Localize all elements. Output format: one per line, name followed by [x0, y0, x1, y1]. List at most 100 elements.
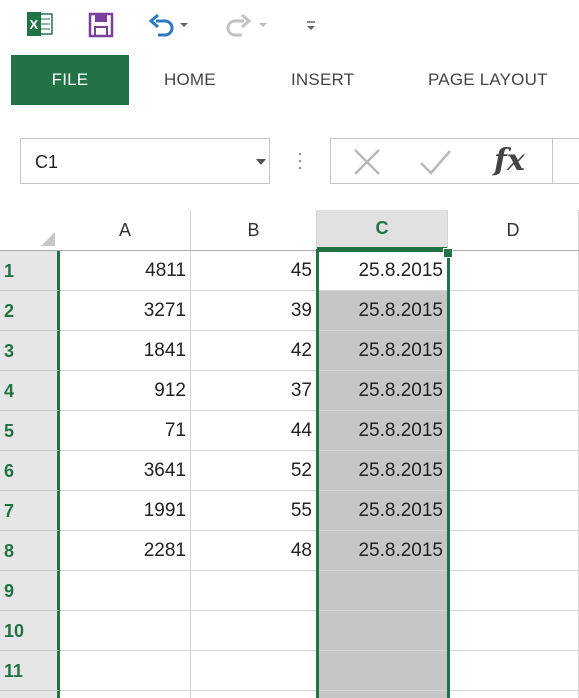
cell-b11[interactable]: [191, 651, 317, 691]
row-header[interactable]: 5: [0, 411, 60, 451]
undo-icon[interactable]: [148, 12, 176, 38]
row-header[interactable]: 10: [0, 611, 60, 651]
tab-insert[interactable]: INSERT: [291, 55, 354, 105]
cell-b5[interactable]: 44: [191, 411, 317, 451]
cell-d2[interactable]: [448, 291, 579, 331]
cell-a3[interactable]: 1841: [60, 331, 191, 371]
cell-c4[interactable]: 25.8.2015: [317, 371, 448, 411]
cell-c6[interactable]: 25.8.2015: [317, 451, 448, 491]
cell-c8[interactable]: 25.8.2015: [317, 531, 448, 571]
tab-home[interactable]: HOME: [164, 55, 216, 105]
table-row: 7 1991 55 25.8.2015: [0, 491, 579, 531]
cell-b9[interactable]: [191, 571, 317, 611]
cell-d3[interactable]: [448, 331, 579, 371]
cell-a9[interactable]: [60, 571, 191, 611]
tab-page-layout[interactable]: PAGE LAYOUT: [428, 55, 548, 105]
row-header[interactable]: 7: [0, 491, 60, 531]
cell-b2[interactable]: 39: [191, 291, 317, 331]
row-header[interactable]: 6: [0, 451, 60, 491]
row-header[interactable]: 12: [0, 691, 60, 698]
cell-c11[interactable]: [317, 651, 448, 691]
name-box[interactable]: C1: [20, 138, 270, 184]
cell-c9[interactable]: [317, 571, 448, 611]
insert-function-button[interactable]: fx: [494, 140, 525, 182]
table-row: 4 912 37 25.8.2015: [0, 371, 579, 411]
cell-b8[interactable]: 48: [191, 531, 317, 571]
tab-file[interactable]: FILE: [11, 55, 129, 105]
cell-b10[interactable]: [191, 611, 317, 651]
row-header[interactable]: 1: [0, 251, 60, 291]
enter-check-icon[interactable]: [418, 148, 452, 176]
svg-text:X: X: [30, 17, 39, 32]
cell-c7[interactable]: 25.8.2015: [317, 491, 448, 531]
cell-b6[interactable]: 52: [191, 451, 317, 491]
cell-b7[interactable]: 55: [191, 491, 317, 531]
cell-a7[interactable]: 1991: [60, 491, 191, 531]
column-header-b[interactable]: B: [191, 210, 317, 250]
cell-a6[interactable]: 3641: [60, 451, 191, 491]
cell-c1[interactable]: 25.8.2015: [317, 251, 448, 291]
undo-dropdown-icon[interactable]: [178, 20, 190, 30]
cell-d7[interactable]: [448, 491, 579, 531]
cell-b3[interactable]: 42: [191, 331, 317, 371]
row-header[interactable]: 2: [0, 291, 60, 331]
cell-b12[interactable]: [191, 691, 317, 698]
formula-bar: C1 fx: [0, 138, 579, 190]
cell-a5[interactable]: 71: [60, 411, 191, 451]
name-box-dropdown-icon[interactable]: [255, 158, 267, 166]
select-all-triangle-icon: [41, 232, 55, 246]
row-header[interactable]: 3: [0, 331, 60, 371]
cell-c5[interactable]: 25.8.2015: [317, 411, 448, 451]
spreadsheet-grid: A B C D 1 4811 45 25.8.2015 2 3271 39 25.8.2015…: [0, 210, 579, 698]
table-row: 6 3641 52 25.8.2015: [0, 451, 579, 491]
cancel-icon[interactable]: [352, 148, 382, 176]
column-header-c[interactable]: C: [317, 210, 448, 250]
cell-d5[interactable]: [448, 411, 579, 451]
name-box-value: C1: [35, 152, 59, 172]
row-header[interactable]: 11: [0, 651, 60, 691]
table-row: 12: [0, 691, 579, 698]
customize-qat-icon[interactable]: [304, 14, 318, 36]
table-row: 10: [0, 611, 579, 651]
select-all-corner[interactable]: [0, 210, 60, 250]
cell-b1[interactable]: 45: [191, 251, 317, 291]
cell-a2[interactable]: 3271: [60, 291, 191, 331]
cell-a10[interactable]: [60, 611, 191, 651]
cell-a8[interactable]: 2281: [60, 531, 191, 571]
cell-a11[interactable]: [60, 651, 191, 691]
cell-c12[interactable]: [317, 691, 448, 698]
cell-c2[interactable]: 25.8.2015: [317, 291, 448, 331]
column-header-a[interactable]: A: [60, 210, 191, 250]
excel-logo-icon: X: [27, 12, 53, 36]
cell-d11[interactable]: [448, 651, 579, 691]
cell-d9[interactable]: [448, 571, 579, 611]
cell-c3[interactable]: 25.8.2015: [317, 331, 448, 371]
cell-a12[interactable]: [60, 691, 191, 698]
save-icon[interactable]: [88, 12, 114, 38]
cell-d8[interactable]: [448, 531, 579, 571]
table-row: 11: [0, 651, 579, 691]
cell-d10[interactable]: [448, 611, 579, 651]
cell-d4[interactable]: [448, 371, 579, 411]
cell-d6[interactable]: [448, 451, 579, 491]
cell-b4[interactable]: 37: [191, 371, 317, 411]
row-header[interactable]: 4: [0, 371, 60, 411]
row-header[interactable]: 9: [0, 571, 60, 611]
fill-handle[interactable]: [443, 248, 453, 258]
cell-d12[interactable]: [448, 691, 579, 698]
cell-a1[interactable]: 4811: [60, 251, 191, 291]
redo-dropdown-icon[interactable]: [257, 20, 269, 30]
table-row: 9: [0, 571, 579, 611]
formula-input[interactable]: [552, 138, 579, 184]
cell-c10[interactable]: [317, 611, 448, 651]
row-header[interactable]: 8: [0, 531, 60, 571]
cell-a4[interactable]: 912: [60, 371, 191, 411]
table-row: 8 2281 48 25.8.2015: [0, 531, 579, 571]
formula-bar-resize-icon[interactable]: [298, 150, 302, 172]
redo-icon[interactable]: [224, 12, 252, 38]
cell-d1[interactable]: [448, 251, 579, 291]
column-header-d[interactable]: D: [448, 210, 579, 250]
table-row: 1 4811 45 25.8.2015: [0, 251, 579, 291]
table-row: 3 1841 42 25.8.2015: [0, 331, 579, 371]
table-row: 5 71 44 25.8.2015: [0, 411, 579, 451]
